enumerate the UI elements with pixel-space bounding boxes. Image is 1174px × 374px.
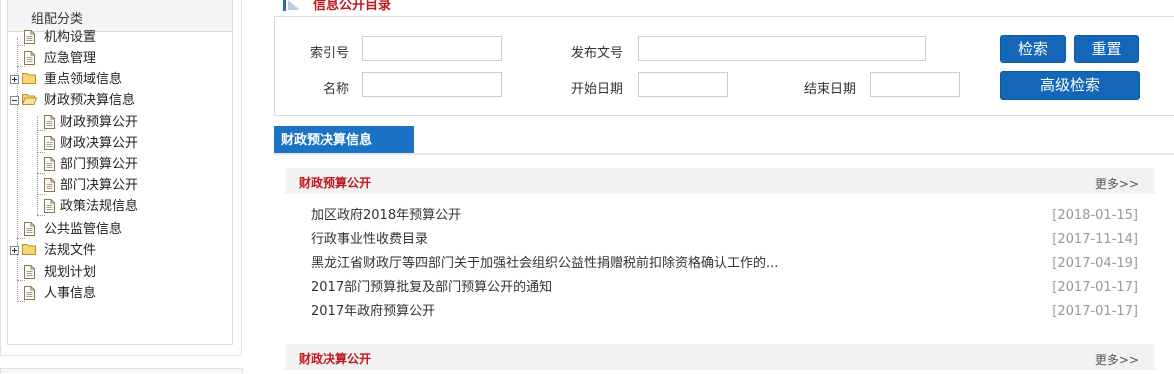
index-number-label: 索引号 [310, 46, 350, 61]
news-date: [2017-01-17] [1052, 304, 1138, 319]
document-icon [24, 222, 35, 242]
tree-item[interactable]: 规划计划 [16, 264, 196, 282]
section-tab-budget-info[interactable]: 财政预决算信息 [274, 126, 414, 154]
tree-item-label: 财政决算公开 [60, 136, 139, 151]
expand-icon[interactable] [10, 246, 19, 255]
document-icon [44, 115, 55, 135]
collapse-icon[interactable] [10, 96, 19, 105]
expand-icon[interactable] [10, 75, 19, 84]
tree-item-label: 部门决算公开 [60, 178, 139, 193]
tree-item-label: 应急管理 [44, 51, 97, 66]
category-panel-title: 组配分类 [31, 12, 84, 27]
tree-item-label: 人事信息 [44, 286, 97, 301]
tree-item-label: 重点领域信息 [44, 72, 123, 87]
tree-item-label: 法规文件 [44, 243, 97, 258]
news-list-item: 黑龙江省财政厅等四部门关于加强社会组织公益性捐赠税前扣除资格确认工作的... [2… [311, 254, 1138, 274]
content-block-header: 财政预算公开 更多>> [285, 168, 1155, 194]
tree-item-label: 机构设置 [44, 30, 97, 45]
category-panel: 组配分类 机构设置应急管理重点领域信息 财政预决算信息财政预算公开 财政决算公开 部门… [0, 0, 242, 356]
document-icon [44, 199, 55, 219]
document-icon [44, 178, 55, 198]
category-panel-header: 组配分类 [7, 0, 233, 32]
news-title-link[interactable]: 2017年政府预算公开 [311, 302, 435, 322]
document-icon [24, 30, 35, 50]
content-block-header: 财政决算公开 更多>> [285, 344, 1155, 370]
news-title-link[interactable]: 行政事业性收费目录 [311, 230, 428, 250]
tree-item[interactable]: 部门决算公开 [36, 177, 216, 195]
name-label: 名称 [323, 82, 350, 97]
document-icon [24, 286, 35, 306]
tree-item-label: 部门预算公开 [60, 157, 139, 172]
more-link[interactable]: 更多>> [1095, 175, 1139, 192]
tree-item[interactable]: 财政预决算信息 [10, 92, 196, 111]
tree-item-label: 财政预决算信息 [44, 93, 136, 108]
tree-item-label: 政策法规信息 [60, 199, 139, 214]
news-list-item: 2017年政府预算公开 [2017-01-17] [311, 302, 1138, 322]
news-list-item: 加区政府2018年预算公开 [2018-01-15] [311, 206, 1138, 226]
left-panel-footer [0, 368, 243, 374]
news-title-link[interactable]: 黑龙江省财政厅等四部门关于加强社会组织公益性捐赠税前扣除资格确认工作的... [311, 254, 778, 274]
news-title-link[interactable]: 加区政府2018年预算公开 [311, 206, 461, 226]
tree-item[interactable]: 应急管理 [16, 50, 196, 68]
news-list-item: 2017部门预算批复及部门预算公开的通知 [2017-01-17] [311, 278, 1138, 298]
category-tree: 机构设置应急管理重点领域信息 财政预决算信息财政预算公开 财政决算公开 部门预算公开部… [7, 29, 233, 345]
tree-item[interactable]: 财政决算公开 [36, 135, 216, 153]
name-input[interactable] [362, 72, 502, 97]
more-link[interactable]: 更多>> [1095, 351, 1139, 368]
tree-item[interactable]: 机构设置 [16, 29, 196, 47]
document-icon [44, 136, 55, 156]
folder-icon [22, 72, 36, 90]
start-date-input[interactable] [638, 72, 728, 97]
news-title-link[interactable]: 2017部门预算批复及部门预算公开的通知 [311, 278, 552, 298]
index-number-input[interactable] [362, 36, 502, 61]
end-date-label: 结束日期 [804, 82, 857, 97]
doc-number-label: 发布文号 [571, 46, 624, 61]
advanced-search-button[interactable]: 高级检索 [1000, 71, 1140, 100]
directory-title-tab: 信息公开目录 [283, 0, 405, 13]
tree-item[interactable]: 重点领域信息 [10, 71, 196, 90]
end-date-input[interactable] [870, 72, 960, 97]
news-date: [2017-11-14] [1052, 232, 1138, 247]
search-button[interactable]: 检索 [1000, 35, 1066, 63]
news-date: [2017-04-19] [1052, 256, 1138, 271]
tree-item[interactable]: 法规文件 [10, 242, 196, 261]
block-title[interactable]: 财政预算公开 [299, 174, 371, 191]
document-icon [44, 157, 55, 177]
tree-item-label: 公共监管信息 [44, 222, 123, 237]
start-date-label: 开始日期 [571, 82, 624, 97]
tree-item[interactable]: 人事信息 [16, 285, 196, 303]
news-date: [2017-01-17] [1052, 280, 1138, 295]
tree-item-label: 规划计划 [44, 265, 97, 280]
reset-button[interactable]: 重置 [1074, 35, 1139, 63]
folder-icon [22, 243, 36, 261]
folder-open-icon [21, 93, 38, 111]
tree-item[interactable]: 政策法规信息 [36, 198, 216, 216]
block-title[interactable]: 财政决算公开 [299, 350, 371, 367]
directory-title: 信息公开目录 [313, 0, 392, 13]
doc-number-input[interactable] [638, 36, 926, 61]
tree-item[interactable]: 部门预算公开 [36, 156, 216, 174]
tree-item[interactable]: 公共监管信息 [16, 221, 196, 239]
document-icon [24, 51, 35, 71]
tree-item-label: 财政预算公开 [60, 115, 139, 130]
tree-item[interactable]: 财政预算公开 [36, 114, 216, 132]
news-date: [2018-01-15] [1052, 208, 1138, 223]
document-icon [24, 265, 35, 285]
news-list-item: 行政事业性收费目录 [2017-11-14] [311, 230, 1138, 250]
search-form: 索引号 发布文号 名称 开始日期 结束日期 检索 重置 高级检索 [274, 16, 1174, 116]
section-divider [274, 153, 1174, 155]
